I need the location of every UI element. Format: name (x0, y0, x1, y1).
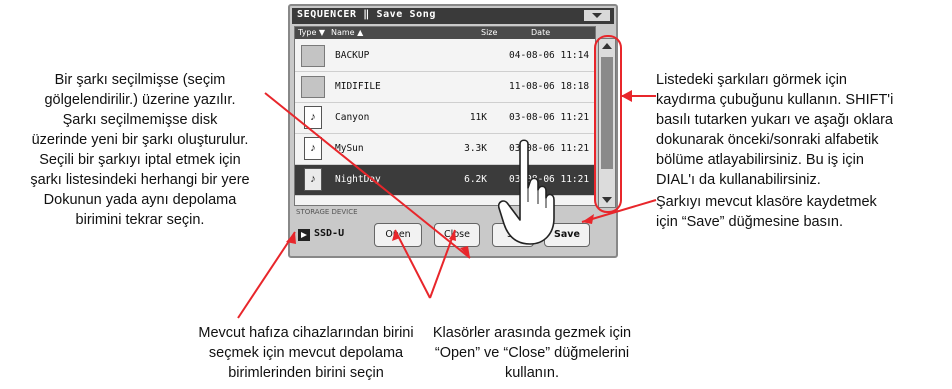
callout-line (237, 231, 296, 319)
callout-arrowhead (286, 232, 296, 244)
callout-line (581, 199, 657, 223)
callout-arrowhead (449, 230, 456, 241)
callout-lines (237, 35, 657, 319)
callout-line (429, 229, 456, 299)
scrollbar-highlight (594, 35, 622, 213)
callout-arrowhead (621, 90, 632, 102)
callout-line (394, 229, 431, 299)
callout-line (264, 92, 471, 259)
